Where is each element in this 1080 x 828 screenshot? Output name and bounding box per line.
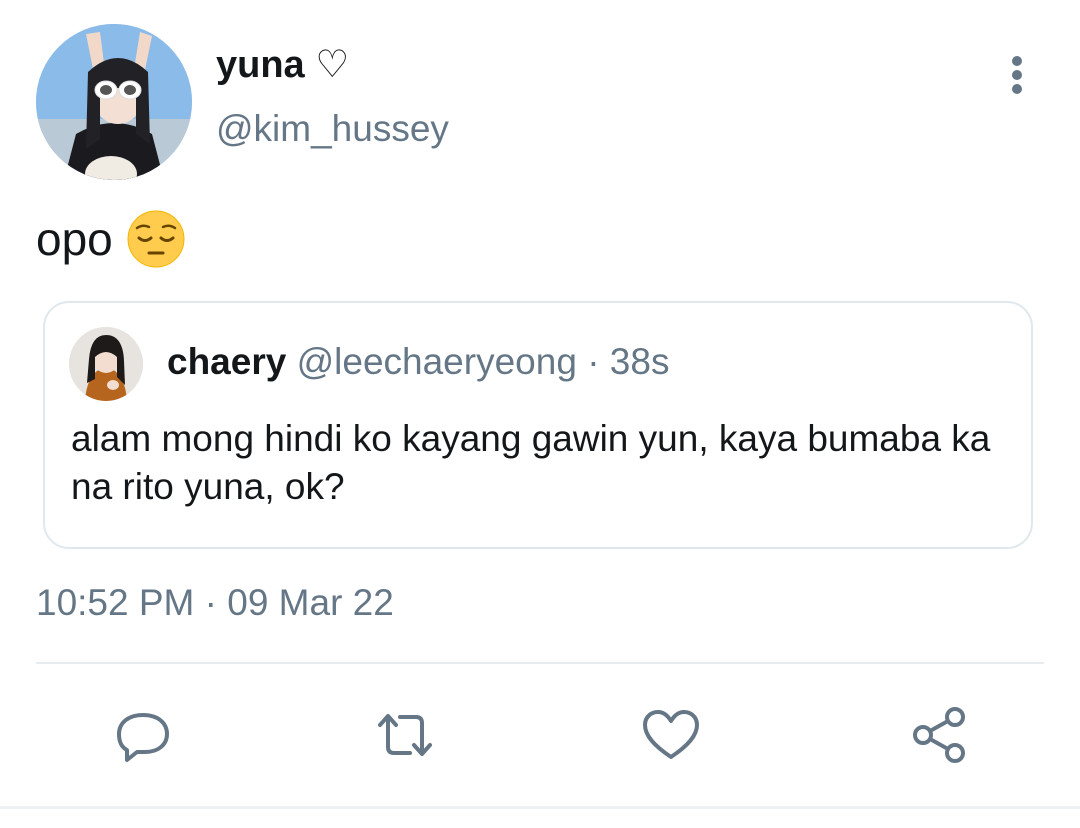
retweet-icon xyxy=(374,707,436,768)
quoted-tweet-text: alam mong hindi ko kayang gawin yun, kay… xyxy=(71,418,991,507)
like-button[interactable] xyxy=(640,706,702,768)
divider xyxy=(36,662,1044,664)
bottom-divider xyxy=(0,806,1080,809)
share-button[interactable] xyxy=(908,706,970,768)
more-options-icon[interactable] xyxy=(1004,55,1030,97)
pensive-face-emoji-icon xyxy=(127,210,185,268)
author-handle[interactable]: @kim_hussey xyxy=(216,108,449,150)
quoted-tweet-card[interactable]: chaery @leechaeryeong · 38s alam mong hi… xyxy=(43,301,1033,549)
reply-button[interactable] xyxy=(112,706,174,768)
quoted-tweet-header: chaery @leechaeryeong · 38s xyxy=(167,341,669,383)
quoted-author-avatar[interactable] xyxy=(69,327,143,401)
reply-icon xyxy=(115,707,171,768)
retweet-button[interactable] xyxy=(374,706,436,768)
quoted-time: 38s xyxy=(609,341,670,382)
tweet-timestamp: 10:52 PM · 09 Mar 22 xyxy=(36,582,394,623)
tweet-text: opo xyxy=(36,213,113,265)
author-display-name[interactable]: yuna ♡ xyxy=(216,42,349,87)
quoted-display-name[interactable]: chaery xyxy=(167,341,286,382)
like-icon xyxy=(641,707,701,768)
author-avatar[interactable] xyxy=(36,24,192,180)
tweet-body: opo xyxy=(36,210,185,268)
share-icon xyxy=(909,705,969,770)
quoted-separator: · xyxy=(587,341,600,382)
quoted-handle[interactable]: @leechaeryeong xyxy=(297,341,577,382)
